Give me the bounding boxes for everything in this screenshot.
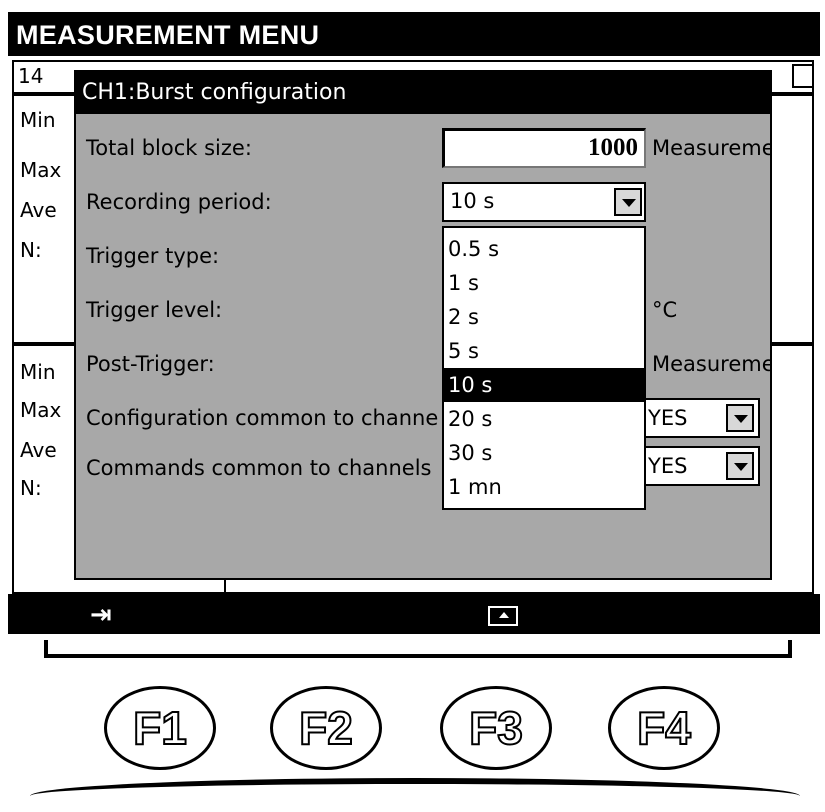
option-0-5s[interactable]: 0.5 s xyxy=(444,232,644,266)
option-30s[interactable]: 30 s xyxy=(444,436,644,470)
panel2-n-label: N: xyxy=(20,476,42,500)
panel2-ave-label: Ave xyxy=(20,438,57,462)
option-5s[interactable]: 5 s xyxy=(444,334,644,368)
config-common-label: Configuration common to channels xyxy=(86,406,440,430)
subheader-box xyxy=(792,64,814,88)
commands-common-label: Commands common to channels xyxy=(86,456,432,480)
config-common-dropdown-icon[interactable] xyxy=(726,404,754,432)
option-2s[interactable]: 2 s xyxy=(444,300,644,334)
option-20s[interactable]: 20 s xyxy=(444,402,644,436)
post-trigger-label: Post-Trigger: xyxy=(86,352,215,376)
commands-common-value: YES xyxy=(648,454,688,478)
device-base-curve xyxy=(30,778,800,808)
total-block-size-value: 1000 xyxy=(588,134,638,161)
recording-period-options-list: 0.5 s 1 s 2 s 5 s 10 s 20 s 30 s 1 mn xyxy=(442,226,646,510)
post-trigger-unit: Measurements xyxy=(652,352,770,376)
recording-period-value: 10 s xyxy=(450,189,495,213)
trigger-level-unit: °C xyxy=(652,298,678,322)
tab-arrow-icon[interactable]: ⇥ xyxy=(90,600,112,630)
trigger-level-label: Trigger level: xyxy=(86,298,223,322)
panel1-ave-label: Ave xyxy=(20,198,57,222)
panel1-n-label: N: xyxy=(20,238,42,262)
f2-button[interactable]: F2 xyxy=(270,686,382,770)
trigger-type-label: Trigger type: xyxy=(86,244,220,268)
subheader-text: 14 xyxy=(18,64,44,88)
total-block-size-unit: Measurements xyxy=(652,136,770,160)
up-triangle-icon[interactable] xyxy=(488,606,518,626)
option-1s[interactable]: 1 s xyxy=(444,266,644,300)
f1-button[interactable]: F1 xyxy=(104,686,216,770)
f3-button[interactable]: F3 xyxy=(440,686,552,770)
config-common-value: YES xyxy=(648,406,688,430)
panel1-min-label: Min xyxy=(20,108,56,132)
f4-button[interactable]: F4 xyxy=(608,686,720,770)
device-screen: MEASUREMENT MENU 14 Min Max Ave N: Min M… xyxy=(8,12,820,634)
panel2-min-label: Min xyxy=(20,360,56,384)
panel1-max-label: Max xyxy=(20,158,62,182)
commands-common-dropdown-icon[interactable] xyxy=(726,452,754,480)
softkey-bar xyxy=(8,594,820,634)
option-1mn[interactable]: 1 mn xyxy=(444,470,644,504)
panel2-max-label: Max xyxy=(20,398,62,422)
option-10s[interactable]: 10 s xyxy=(444,368,644,402)
function-key-bracket xyxy=(44,640,792,658)
dialog-title: CH1:Burst configuration xyxy=(76,72,770,114)
page-title: MEASUREMENT MENU xyxy=(16,20,320,50)
total-block-size-label: Total block size: xyxy=(86,136,252,160)
burst-config-dialog: CH1:Burst configuration Total block size… xyxy=(74,70,772,580)
recording-period-dropdown-icon[interactable] xyxy=(614,188,642,216)
recording-period-label: Recording period: xyxy=(86,190,272,214)
